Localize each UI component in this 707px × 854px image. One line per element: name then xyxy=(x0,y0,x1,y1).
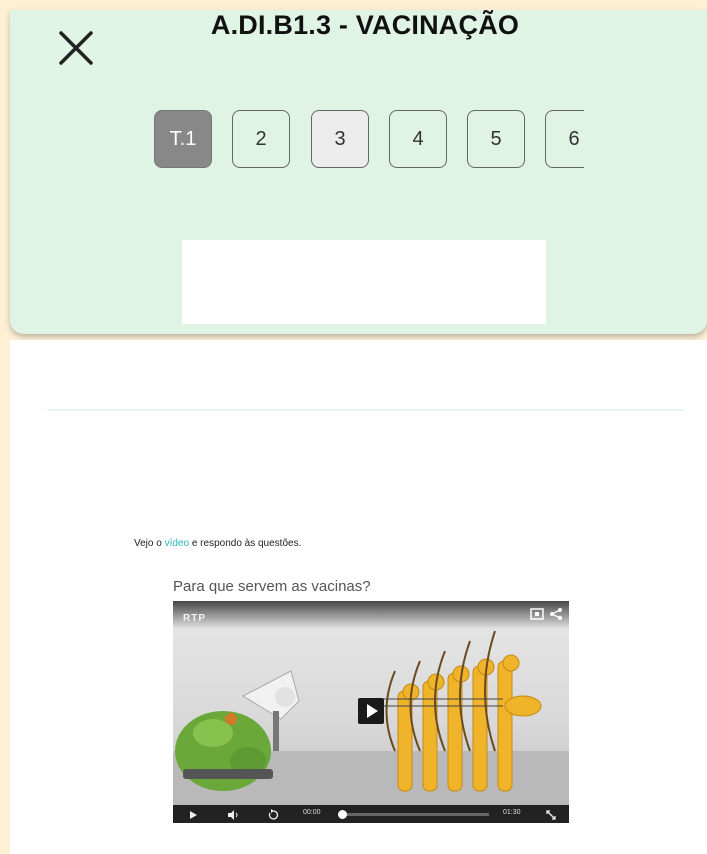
total-time: 01:30 xyxy=(503,809,521,816)
video-link[interactable]: vídeo xyxy=(165,538,189,549)
progress-knob[interactable] xyxy=(338,810,347,819)
instruction-after: e respondo às questões. xyxy=(189,538,302,549)
video-title: Para que servem as vacinas? xyxy=(173,578,371,595)
top-strip xyxy=(0,0,707,10)
replay-button[interactable] xyxy=(267,808,279,820)
instruction-text: Vejo o vídeo e respondo às questões. xyxy=(134,538,301,549)
page-title: A.DI.B1.3 - VACINAÇÃO xyxy=(210,10,520,40)
task-tabs: T.1 2 3 4 5 6 xyxy=(154,110,584,174)
replay-icon xyxy=(268,809,279,820)
close-button[interactable] xyxy=(56,28,96,68)
play-icon xyxy=(190,811,197,819)
divider xyxy=(47,409,684,411)
tab-4[interactable]: 4 xyxy=(389,110,447,168)
tab-6[interactable]: 6 xyxy=(545,110,584,168)
progress-bar[interactable] xyxy=(339,813,489,816)
tab-t1[interactable]: T.1 xyxy=(154,110,212,168)
tab-5[interactable]: 5 xyxy=(467,110,525,168)
instruction-before: Vejo o xyxy=(134,538,165,549)
play-icon xyxy=(367,704,378,718)
tab-2[interactable]: 2 xyxy=(232,110,290,168)
close-icon xyxy=(59,31,93,65)
watch-later-button[interactable] xyxy=(530,607,544,621)
video-topbar xyxy=(173,601,569,629)
header-white-panel xyxy=(182,240,546,324)
share-button[interactable] xyxy=(549,607,563,621)
fullscreen-button[interactable] xyxy=(545,808,557,820)
rtp-logo: RTP xyxy=(183,613,206,624)
video-player[interactable]: RTP 00:00 01:30 xyxy=(173,601,569,823)
video-controls: 00:00 01:30 xyxy=(173,805,569,823)
share-icon xyxy=(550,608,562,620)
volume-button[interactable] xyxy=(227,808,239,820)
current-time: 00:00 xyxy=(303,809,321,816)
big-play-button[interactable] xyxy=(358,698,384,724)
tab-3[interactable]: 3 xyxy=(311,110,369,168)
watch-later-icon xyxy=(530,608,544,620)
volume-icon xyxy=(228,810,238,820)
play-button[interactable] xyxy=(187,808,199,820)
fullscreen-icon xyxy=(546,810,556,820)
